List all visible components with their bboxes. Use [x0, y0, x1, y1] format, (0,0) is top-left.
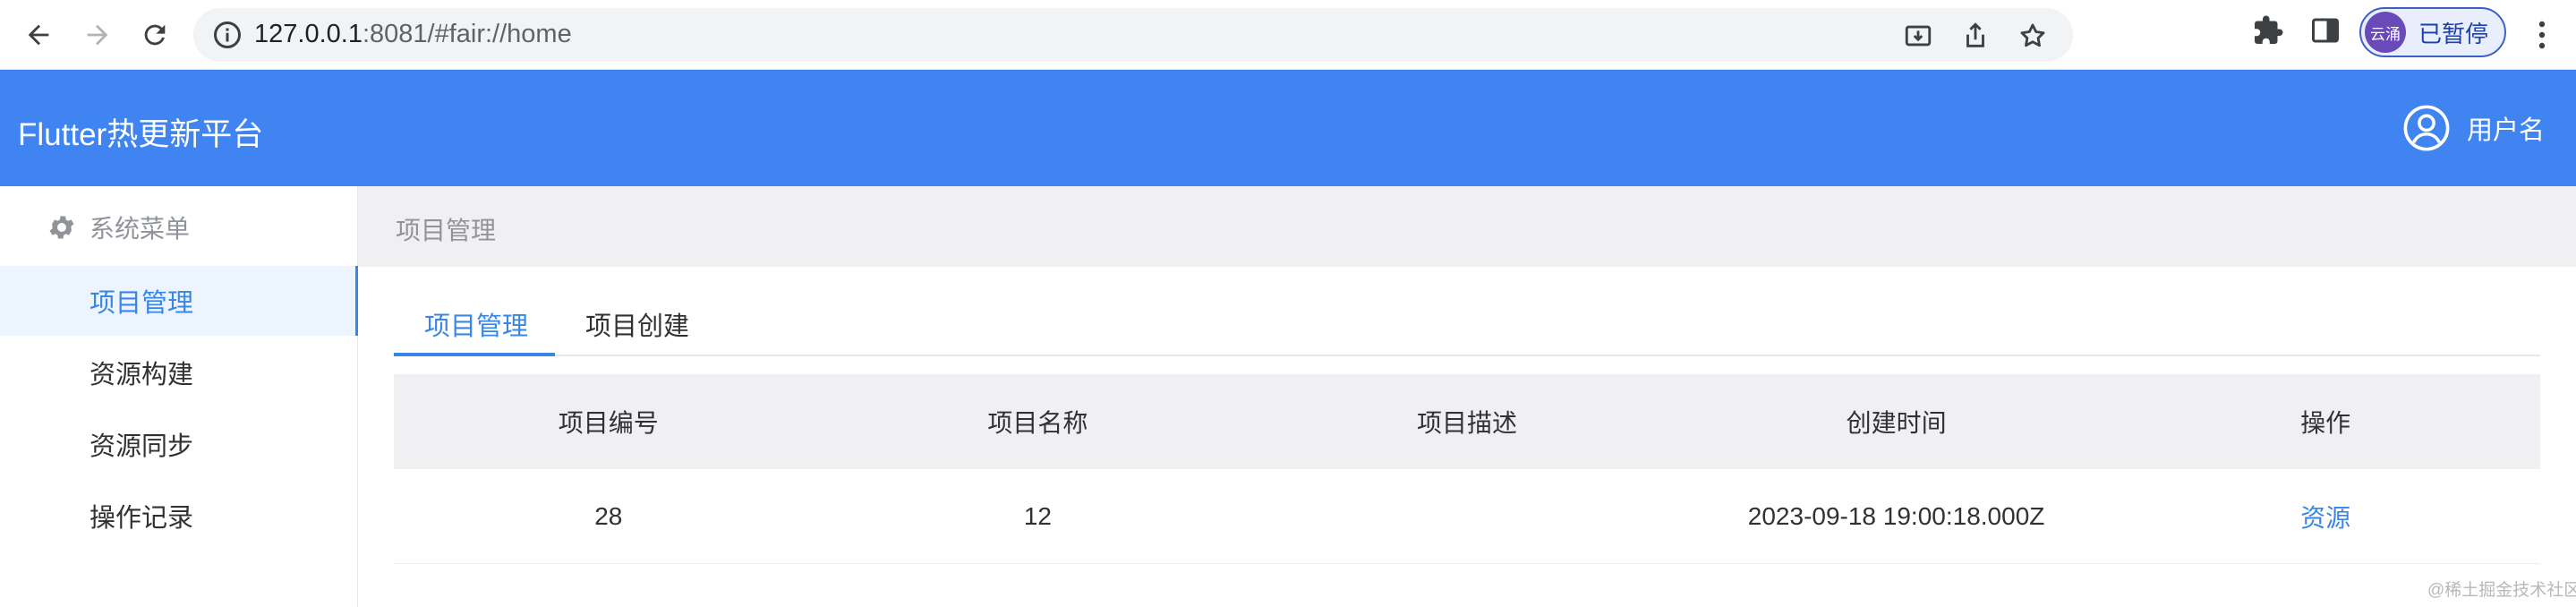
url-text: 127.0.0.1:8081/#fair://home: [254, 20, 572, 48]
column-header-created-at: 创建时间: [1846, 409, 1947, 437]
breadcrumb-bar: 项目管理: [358, 186, 2576, 267]
sidebar-item-label: 项目管理: [90, 289, 194, 318]
forward-button[interactable]: [75, 13, 120, 57]
app-header: Flutter热更新平台 用户名: [0, 70, 2576, 186]
tab-label: 项目管理: [424, 312, 529, 341]
address-bar[interactable]: 127.0.0.1:8081/#fair://home: [193, 8, 2073, 62]
side-panel-button[interactable]: [2309, 14, 2341, 47]
sidebar-item-operation-log[interactable]: 操作记录: [0, 481, 358, 551]
cell-project-id: 28: [594, 502, 623, 530]
column-header-description: 项目描述: [1416, 409, 1517, 437]
install-app-button[interactable]: [1903, 21, 1933, 51]
sidebar-menu-title-label: 系统菜单: [90, 215, 191, 243]
sidebar-item-resource-sync[interactable]: 资源同步: [0, 409, 358, 479]
bookmark-button[interactable]: [2017, 21, 2048, 51]
cell-project-description: [1252, 469, 1682, 564]
breadcrumb: 项目管理: [396, 217, 497, 244]
column-header-actions: 操作: [2300, 409, 2351, 437]
star-icon: [2020, 23, 2045, 47]
sidebar-item-label: 资源同步: [90, 432, 194, 461]
sidebar: 系统菜单 项目管理 资源构建 资源同步 操作记录: [0, 186, 358, 607]
user-menu[interactable]: 用户名: [2402, 104, 2545, 152]
table-row: 28 12 2023-09-18 19:00:18.000Z 资源: [394, 469, 2540, 564]
gear-icon: [49, 216, 74, 239]
sidebar-menu-title[interactable]: 系统菜单: [47, 209, 190, 245]
sidebar-item-resource-build[interactable]: 资源构建: [0, 338, 358, 407]
column-header-name: 项目名称: [987, 409, 1088, 437]
active-tab-indicator: [394, 353, 555, 356]
browser-menu-button[interactable]: [2524, 13, 2560, 57]
info-icon[interactable]: [211, 19, 243, 51]
tab-project-management[interactable]: 项目管理: [424, 292, 528, 356]
install-icon: [1905, 25, 1932, 47]
sidebar-item-label: 操作记录: [90, 504, 194, 533]
arrow-left-icon: [28, 24, 49, 46]
profile-avatar: 云涌: [2365, 12, 2406, 53]
resource-link[interactable]: 资源: [2111, 469, 2540, 564]
tab-bar: 项目管理 项目创建: [394, 292, 2540, 356]
sidebar-item-project-management[interactable]: 项目管理: [0, 266, 358, 336]
profile-status: 已暂停: [2418, 20, 2489, 47]
username: 用户名: [2467, 116, 2546, 145]
more-vertical-icon: [2538, 21, 2546, 49]
user-avatar-icon: [2403, 105, 2450, 151]
cell-created-at: 2023-09-18 19:00:18.000Z: [1747, 502, 2045, 530]
table-header: 项目编号 项目名称 项目描述 创建时间 操作: [394, 374, 2540, 469]
arrow-right-icon: [87, 24, 108, 46]
profile-button[interactable]: 云涌 已暂停: [2359, 7, 2506, 57]
cell-project-name: 12: [1023, 502, 1052, 530]
column-header-id: 项目编号: [558, 409, 659, 437]
share-icon: [1966, 22, 1984, 47]
project-table: 项目编号 项目名称 项目描述 创建时间 操作 28 12 2023-09-18 …: [394, 374, 2540, 564]
side-panel-icon: [2312, 18, 2339, 43]
extensions-button[interactable]: [2252, 14, 2284, 47]
browser-toolbar: 127.0.0.1:8081/#fair://home 云涌 已暂停: [0, 0, 2576, 70]
back-button[interactable]: [16, 13, 61, 57]
tab-project-create[interactable]: 项目创建: [585, 292, 689, 356]
reload-button[interactable]: [132, 13, 177, 57]
app-title: Flutter热更新平台: [18, 117, 264, 152]
reload-icon: [144, 24, 166, 46]
watermark: @稀土掘金技术社区: [2427, 581, 2576, 600]
puzzle-icon: [2255, 15, 2283, 44]
sidebar-item-label: 资源构建: [90, 361, 194, 389]
tab-label: 项目创建: [585, 312, 690, 341]
share-button[interactable]: [1960, 21, 1991, 51]
